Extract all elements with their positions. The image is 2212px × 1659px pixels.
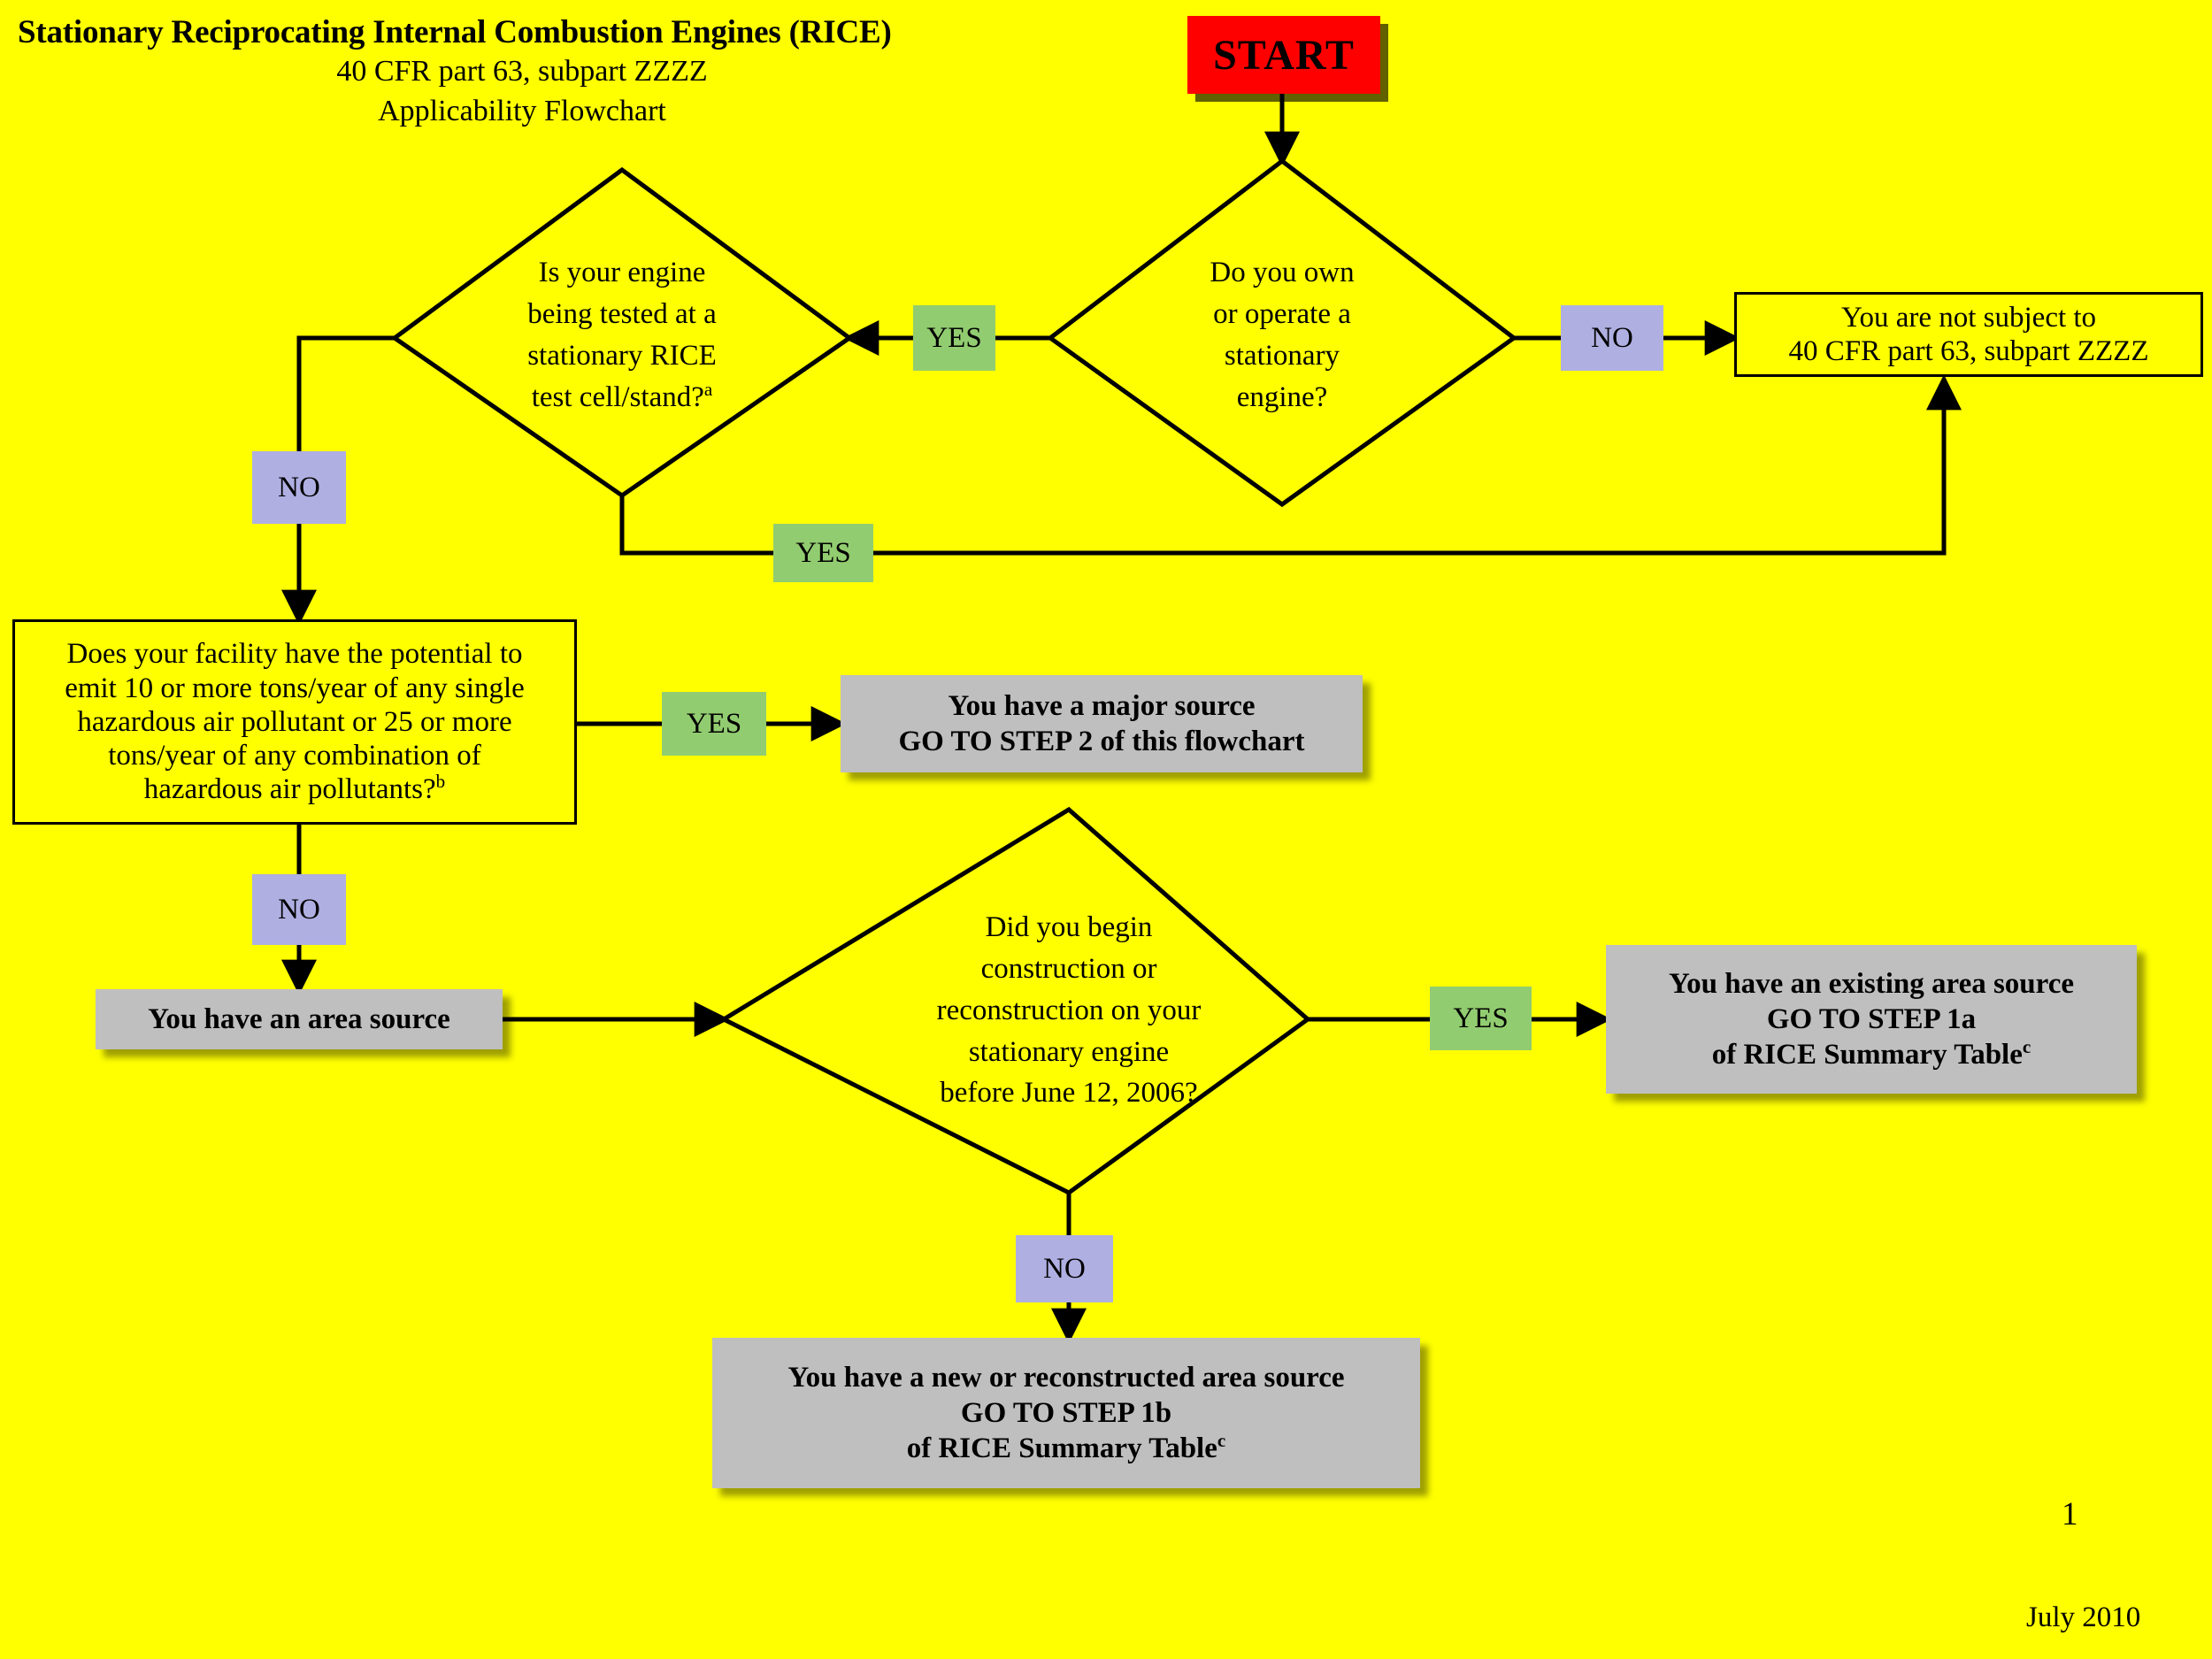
node-facility-potential[interactable]: Does your facility have the potential to…: [12, 619, 577, 825]
facility-line-1: Does your facility have the potential to: [66, 638, 523, 671]
title-subline-regulation: 40 CFR part 63, subpart ZZZZ: [336, 55, 708, 88]
connector-label-test-cell-yes[interactable]: YES: [773, 524, 873, 582]
node-start-label: START: [1213, 31, 1355, 79]
facility-line-2: emit 10 or more tons/year of any single: [65, 672, 525, 704]
connector-label-own-operate-no-text: NO: [1591, 321, 1633, 354]
connector-label-facility-no[interactable]: NO: [252, 874, 346, 945]
facility-line-5-text: hazardous air pollutants?: [143, 773, 436, 806]
facility-line-5: hazardous air pollutants?b: [144, 772, 445, 806]
connector-label-facility-no-text: NO: [278, 893, 320, 926]
node-new-area-source[interactable]: You have a new or reconstructed area sou…: [712, 1338, 1420, 1488]
area-source-line-1: You have an area source: [148, 1002, 450, 1035]
page-title: Stationary Reciprocating Internal Combus…: [18, 14, 892, 50]
connector-label-test-cell-yes-text: YES: [795, 536, 851, 569]
connector-label-facility-yes-text: YES: [686, 707, 742, 740]
connector-label-construction-yes[interactable]: YES: [1430, 987, 1532, 1050]
connector-label-own-operate-yes-text: YES: [926, 321, 982, 354]
existing-area-line-1: You have an existing area source: [1668, 967, 2075, 1000]
major-source-line-1: You have a major source: [948, 689, 1256, 722]
not-subject-line-2: 40 CFR part 63, subpart ZZZZ: [1788, 335, 2149, 367]
page-number: 1: [2062, 1496, 2078, 1532]
flowchart-page: Stationary Reciprocating Internal Combus…: [0, 0, 2212, 1659]
existing-area-line-2: GO TO STEP 1a: [1766, 1002, 1977, 1035]
facility-footnote-marker: b: [435, 771, 446, 793]
existing-area-footnote-marker: c: [2022, 1036, 2032, 1058]
title-block: Stationary Reciprocating Internal Combus…: [18, 12, 1009, 132]
edge-test-cell-yes-a: [619, 495, 773, 556]
node-area-source[interactable]: You have an area source: [96, 989, 503, 1049]
node-not-subject[interactable]: You are not subject to 40 CFR part 63, s…: [1734, 292, 2203, 377]
connector-label-own-operate-yes[interactable]: YES: [913, 305, 995, 371]
connector-label-construction-yes-text: YES: [1453, 1002, 1509, 1034]
existing-area-line-3-text: of RICE Summary Table: [1711, 1039, 2023, 1071]
facility-line-3: hazardous air pollutant or 25 or more: [77, 705, 512, 738]
node-major-source[interactable]: You have a major source GO TO STEP 2 of …: [841, 675, 1363, 772]
new-area-line-1: You have a new or reconstructed area sou…: [787, 1361, 1345, 1394]
new-area-line-3: of RICE Summary Tablec: [907, 1431, 1226, 1466]
connector-label-test-cell-no-text: NO: [278, 471, 320, 503]
connector-label-construction-no-text: NO: [1043, 1252, 1086, 1285]
connector-label-test-cell-no[interactable]: NO: [252, 451, 346, 524]
new-area-line-2: GO TO STEP 1b: [960, 1396, 1172, 1429]
connector-label-own-operate-no[interactable]: NO: [1561, 305, 1663, 371]
title-subline-type: Applicability Flowchart: [378, 95, 666, 127]
edge-test-cell-no-a: [296, 335, 395, 451]
major-source-line-2: GO TO STEP 2 of this flowchart: [898, 726, 1305, 757]
diamond-own-operate: [1046, 157, 1518, 508]
existing-area-line-3: of RICE Summary Tablec: [1712, 1037, 2032, 1072]
footer-date: July 2010: [2026, 1601, 2141, 1633]
diamond-construction-date: [718, 806, 1312, 1195]
facility-line-4: tons/year of any combination of: [108, 740, 481, 772]
node-start[interactable]: START: [1187, 16, 1380, 94]
new-area-line-3-text: of RICE Summary Table: [906, 1432, 1217, 1465]
node-existing-area-source[interactable]: You have an existing area source GO TO S…: [1606, 945, 2137, 1094]
not-subject-line-1: You are not subject to: [1840, 301, 2097, 334]
connector-label-facility-yes[interactable]: YES: [662, 692, 766, 756]
diamond-test-cell: [390, 166, 854, 499]
new-area-footnote-marker: c: [1217, 1430, 1226, 1452]
connector-label-construction-no[interactable]: NO: [1016, 1235, 1113, 1302]
